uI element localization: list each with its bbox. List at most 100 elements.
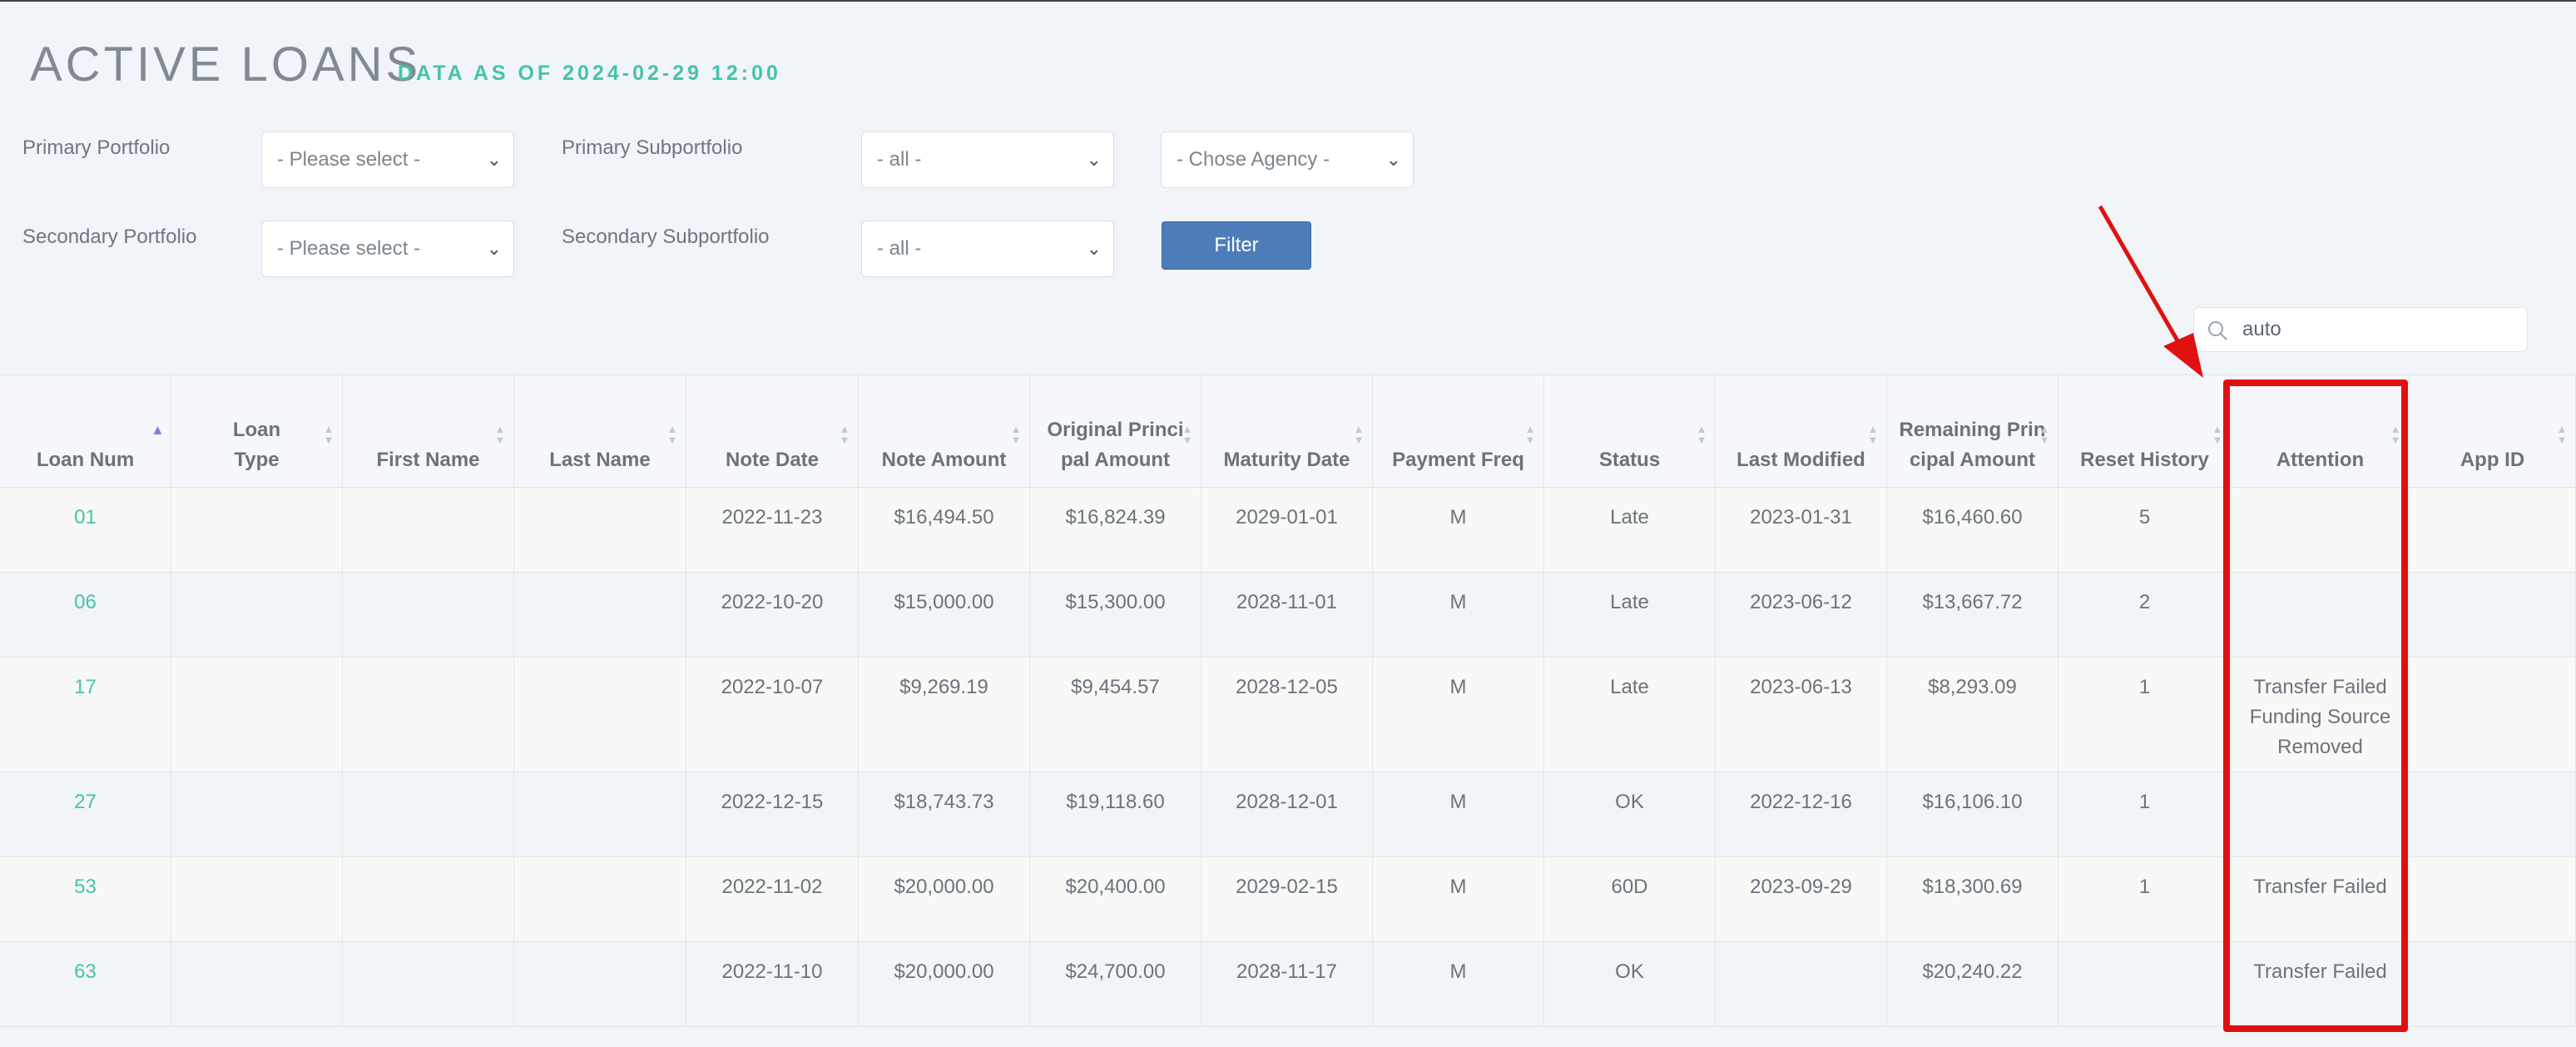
cell-note-amount: $16,494.50: [859, 488, 1030, 572]
sort-icon[interactable]: ▲ ▼: [666, 424, 679, 445]
cell-status: Late: [1544, 573, 1716, 657]
table-row[interactable]: 06 2022-10-20 $15,000.00 $15,300.00 2028-11-…: [0, 573, 2576, 657]
cell-last-name: [514, 488, 686, 572]
cell-reset-history: 5: [2058, 488, 2232, 572]
primary-subportfolio-select[interactable]: - all - ⌄: [861, 131, 1114, 188]
cell-payment-freq: M: [1373, 772, 1544, 856]
cell-last-modified: 2023-06-12: [1716, 573, 1887, 657]
cell-loan-num[interactable]: 63: [0, 942, 171, 1026]
table-row[interactable]: 17 2022-10-07 $9,269.19 $9,454.57 2028-12-05…: [0, 657, 2576, 772]
agency-select[interactable]: - Chose Agency - ⌄: [1161, 131, 1414, 188]
secondary-subportfolio-label: Secondary Subportfolio: [562, 226, 770, 248]
sort-icon[interactable]: ▲ ▼: [1866, 424, 1880, 445]
chevron-down-icon: ⌄: [486, 149, 502, 170]
sort-icon[interactable]: ▲ ▼: [1181, 424, 1194, 445]
cell-maturity-date: 2028-11-17: [1201, 942, 1373, 1026]
sort-icon[interactable]: ▲ ▼: [2555, 424, 2569, 445]
column-header-label: Last Modified: [1736, 449, 1865, 471]
column-header-first-name[interactable]: First Name ▲ ▼: [343, 375, 514, 489]
column-header-payment-freq[interactable]: Payment Freq ▲ ▼: [1373, 375, 1544, 489]
column-header-label: Maturity Date: [1223, 449, 1350, 471]
sort-icon[interactable]: ▲ ▼: [2211, 424, 2224, 445]
column-header-remaining-principal-amount[interactable]: Remaining Principal Amount ▲ ▼: [1887, 375, 2058, 489]
sort-icon[interactable]: ▲ ▼: [322, 424, 335, 445]
column-header-label: First Name: [376, 449, 480, 471]
cell-loan-type: [171, 573, 343, 657]
primary-subportfolio-label: Primary Subportfolio: [562, 136, 743, 159]
primary-subportfolio-value: - all -: [877, 148, 922, 171]
cell-last-name: [514, 942, 686, 1026]
cell-note-amount: $15,000.00: [859, 573, 1030, 657]
table-row[interactable]: 63 2022-11-10 $20,000.00 $24,700.00 2028-11-…: [0, 942, 2576, 1027]
cell-loan-num[interactable]: 01: [0, 488, 171, 572]
sort-ascending-icon[interactable]: ▲: [151, 422, 165, 439]
column-header-last-name[interactable]: Last Name ▲ ▼: [514, 375, 686, 489]
cell-note-date: 2022-10-07: [686, 657, 859, 772]
chevron-down-icon: ⌄: [1385, 149, 1401, 170]
sort-icon[interactable]: ▲ ▼: [2038, 424, 2051, 445]
sort-icon[interactable]: ▲ ▼: [493, 424, 507, 445]
cell-original-principal-amount: $19,118.60: [1030, 772, 1201, 856]
cell-note-date: 2022-10-20: [686, 573, 859, 657]
secondary-portfolio-label: Secondary Portfolio: [22, 226, 197, 248]
cell-attention: [2232, 488, 2410, 572]
primary-portfolio-select[interactable]: - Please select - ⌄: [261, 131, 514, 188]
column-header-loan-num[interactable]: Loan Num ▲: [0, 375, 171, 489]
search-input[interactable]: auto: [2193, 307, 2528, 352]
cell-status: OK: [1544, 942, 1716, 1026]
cell-first-name: [343, 657, 514, 772]
page-title: ACTIVE LOANS: [30, 37, 422, 92]
sort-icon[interactable]: ▲ ▼: [1523, 424, 1537, 445]
column-header-label: Loan Type: [232, 419, 281, 471]
cell-loan-num[interactable]: 53: [0, 857, 171, 941]
column-header-label: Note Date: [725, 449, 820, 471]
column-header-note-amount[interactable]: Note Amount ▲ ▼: [859, 375, 1030, 489]
cell-status: Late: [1544, 488, 1716, 572]
cell-note-date: 2022-12-15: [686, 772, 859, 856]
cell-reset-history: 2: [2058, 573, 2232, 657]
sort-icon[interactable]: ▲ ▼: [1695, 424, 1708, 445]
cell-loan-type: [171, 657, 343, 772]
cell-last-modified: 2023-01-31: [1716, 488, 1887, 572]
sort-icon[interactable]: ▲ ▼: [838, 424, 851, 445]
table-row[interactable]: 53 2022-11-02 $20,000.00 $20,400.00 2029-02-…: [0, 857, 2576, 942]
cell-app-id: [2410, 942, 2576, 1026]
cell-note-date: 2022-11-10: [686, 942, 859, 1026]
cell-reset-history: 1: [2058, 657, 2232, 772]
column-header-note-date[interactable]: Note Date ▲ ▼: [686, 375, 859, 489]
cell-maturity-date: 2029-02-15: [1201, 857, 1373, 941]
secondary-portfolio-select[interactable]: - Please select - ⌄: [261, 221, 514, 277]
column-header-original-principal-amount[interactable]: Original Principal Amount ▲ ▼: [1030, 375, 1201, 489]
cell-loan-num[interactable]: 06: [0, 573, 171, 657]
column-header-reset-history[interactable]: Reset History ▲ ▼: [2058, 375, 2232, 489]
sort-icon[interactable]: ▲ ▼: [1352, 424, 1365, 445]
column-header-app-id[interactable]: App ID ▲ ▼: [2410, 375, 2576, 489]
cell-loan-type: [171, 942, 343, 1026]
table-row[interactable]: 27 2022-12-15 $18,743.73 $19,118.60 2028-12-…: [0, 772, 2576, 857]
cell-payment-freq: M: [1373, 573, 1544, 657]
sort-icon[interactable]: ▲ ▼: [2389, 424, 2402, 445]
cell-last-modified: [1716, 942, 1887, 1026]
cell-remaining-principal-amount: $16,106.10: [1887, 772, 2058, 856]
table-row[interactable]: 01 2022-11-23 $16,494.50 $16,824.39 2029-01-…: [0, 488, 2576, 573]
secondary-subportfolio-select[interactable]: - all - ⌄: [861, 221, 1114, 277]
primary-portfolio-value: - Please select -: [277, 148, 421, 171]
cell-loan-num[interactable]: 27: [0, 772, 171, 856]
column-header-maturity-date[interactable]: Maturity Date ▲ ▼: [1201, 375, 1373, 489]
cell-app-id: [2410, 488, 2576, 572]
filter-button[interactable]: Filter: [1162, 221, 1311, 270]
cell-note-amount: $18,743.73: [859, 772, 1030, 856]
column-header-attention[interactable]: Attention ▲ ▼: [2232, 375, 2410, 489]
cell-remaining-principal-amount: $13,667.72: [1887, 573, 2058, 657]
cell-first-name: [343, 857, 514, 941]
column-header-last-modified[interactable]: Last Modified ▲ ▼: [1716, 375, 1887, 489]
column-header-status[interactable]: Status ▲ ▼: [1544, 375, 1716, 489]
column-header-loan-type[interactable]: Loan Type ▲ ▼: [171, 375, 343, 489]
cell-attention: Transfer Failed Funding Source Removed: [2232, 657, 2410, 772]
column-header-label: Loan Num: [36, 449, 135, 471]
column-header-label: Remaining Principal Amount: [1899, 419, 2046, 471]
cell-status: OK: [1544, 772, 1716, 856]
cell-loan-num[interactable]: 17: [0, 657, 171, 772]
sort-icon[interactable]: ▲ ▼: [1009, 424, 1023, 445]
cell-first-name: [343, 942, 514, 1026]
